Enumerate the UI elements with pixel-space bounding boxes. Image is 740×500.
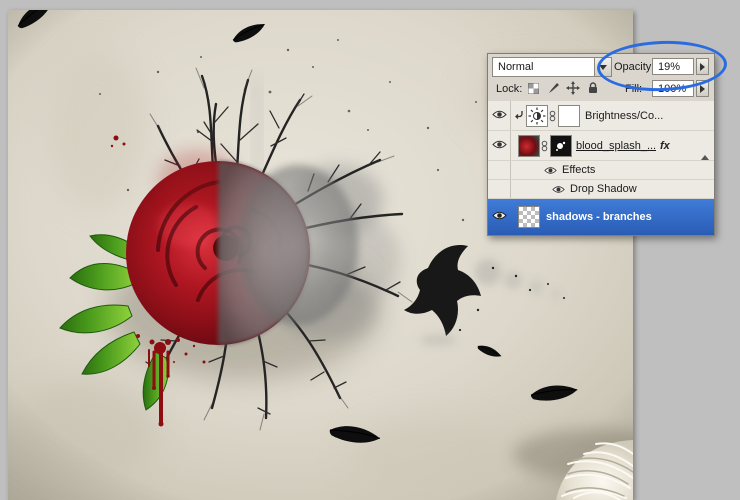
blend-mode-value: Normal: [493, 61, 594, 73]
opacity-value: 19%: [658, 61, 680, 73]
blend-mode-select[interactable]: Normal: [492, 57, 612, 77]
fx-icon: fx: [660, 140, 670, 152]
opacity-flyout-button[interactable]: [696, 58, 709, 75]
lock-transparency-icon[interactable]: [525, 80, 541, 96]
layer-row-drop-shadow[interactable]: Drop Shadow: [488, 180, 714, 199]
eye-icon[interactable]: [492, 139, 507, 152]
layers-panel-controls: Normal Opacity: 19% Lock:: [488, 54, 714, 102]
fill-label: Fill:: [625, 83, 642, 95]
eye-icon[interactable]: [544, 166, 557, 175]
eye-icon[interactable]: [492, 211, 507, 224]
lock-label: Lock:: [496, 83, 522, 95]
layers-panel: Normal Opacity: 19% Lock:: [487, 53, 715, 236]
expand-effects-icon[interactable]: [701, 143, 709, 155]
lock-all-icon[interactable]: [585, 80, 601, 96]
layer-mask-thumbnail[interactable]: [558, 105, 580, 127]
brightness-adjustment-icon[interactable]: [526, 105, 548, 127]
checkerboard-thumbnail[interactable]: [518, 206, 540, 228]
eye-icon[interactable]: [552, 185, 565, 194]
opacity-input[interactable]: 19%: [652, 58, 694, 75]
effects-label: Effects: [562, 164, 595, 176]
fill-input[interactable]: 100%: [652, 80, 694, 97]
chevron-down-icon[interactable]: [594, 58, 611, 76]
layer-mask-thumbnail[interactable]: [550, 135, 572, 157]
layer-row-shadows-branches[interactable]: shadows - branches: [488, 199, 714, 235]
lock-pixels-icon[interactable]: [545, 80, 561, 96]
clipping-arrow-icon: [514, 110, 524, 124]
layer-name: Brightness/Co...: [585, 110, 663, 122]
layer-thumbnail[interactable]: [518, 135, 540, 157]
lock-buttons: [525, 80, 601, 96]
layer-row-blood-splash[interactable]: blood_splash_... fx: [488, 131, 714, 161]
drop-shadow-label: Drop Shadow: [570, 183, 637, 195]
layer-name: blood_splash_...: [576, 140, 656, 152]
layer-name: shadows - branches: [546, 211, 652, 223]
eye-icon[interactable]: [492, 109, 507, 122]
chain-link-icon: [549, 110, 556, 125]
layer-row-effects[interactable]: Effects: [488, 161, 714, 180]
fill-flyout-button[interactable]: [696, 80, 709, 97]
layer-row-brightness[interactable]: Brightness/Co...: [488, 101, 714, 131]
fill-value: 100%: [658, 83, 686, 95]
photoshop-workspace: Normal Opacity: 19% Lock:: [0, 0, 740, 500]
layer-list: Brightness/Co... blood_splash_... fx: [488, 101, 714, 235]
chain-link-icon: [541, 140, 548, 155]
lock-position-icon[interactable]: [565, 80, 581, 96]
opacity-label: Opacity:: [614, 61, 654, 73]
